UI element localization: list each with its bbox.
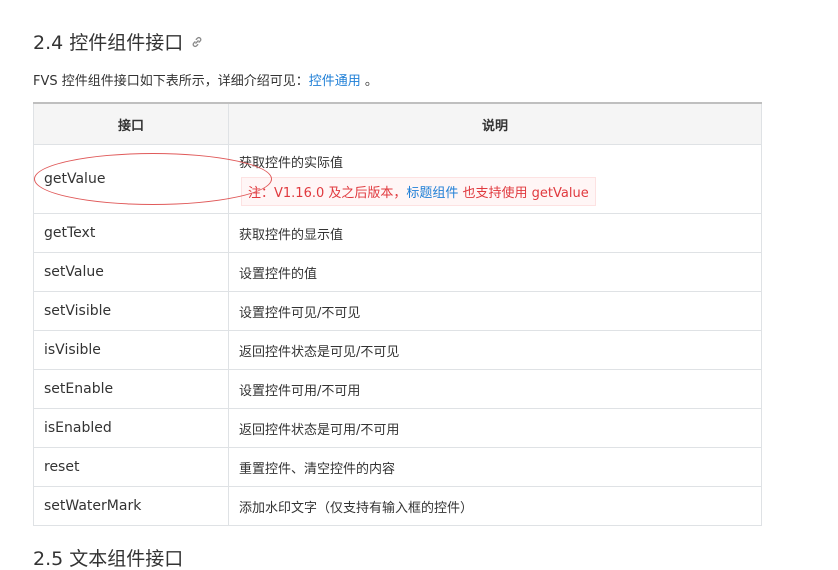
interface-name: setEnable [33,369,229,409]
column-header-interface: 接口 [33,102,229,145]
interface-description: 设置控件的值 [228,252,762,292]
section-heading: 2.4 控件组件接口 [33,28,203,55]
interface-description: 添加水印文字（仅支持有输入框的控件） [228,486,762,526]
interface-description: 设置控件可用/不可用 [228,369,762,409]
version-note: 注：V1.16.0 及之后版本，标题组件 也支持使用 getValue [241,177,596,206]
control-general-link[interactable]: 控件通用 [309,74,361,89]
table-row: setEnable 设置控件可用/不可用 [33,369,762,409]
table-row: setValue 设置控件的值 [33,252,762,292]
intro-text: FVS 控件组件接口如下表所示，详细介绍可见： [33,74,309,89]
table-row: isEnabled 返回控件状态是可用/不可用 [33,408,762,448]
column-header-description: 说明 [228,102,762,145]
table-row: reset 重置控件、清空控件的内容 [33,447,762,487]
interface-name: setWaterMark [33,486,229,526]
next-section-heading: 2.5 文本组件接口 [33,548,184,570]
table-row: getText 获取控件的显示值 [33,213,762,253]
interface-description: 设置控件可见/不可见 [228,291,762,331]
interface-name: setVisible [33,291,229,331]
table-row: setVisible 设置控件可见/不可见 [33,291,762,331]
interface-name: reset [33,447,229,487]
interface-name: getValue [33,144,229,214]
note-prefix: 注：V1.16.0 及之后版本， [248,186,407,201]
interface-description: 返回控件状态是可见/不可见 [228,330,762,370]
table-row: getValue 获取控件的实际值 注：V1.16.0 及之后版本，标题组件 也… [33,144,762,214]
interface-name: isEnabled [33,408,229,448]
table-header-row: 接口 说明 [33,102,762,145]
interface-name: getText [33,213,229,253]
section-title: 2.4 控件组件接口 [33,32,184,54]
description-text: 获取控件的实际值 [239,156,344,171]
interface-description: 返回控件状态是可用/不可用 [228,408,762,448]
interface-name: isVisible [33,330,229,370]
interface-description: 重置控件、清空控件的内容 [228,447,762,487]
intro-paragraph: FVS 控件组件接口如下表所示，详细介绍可见：控件通用 。 [33,70,378,89]
title-component-link[interactable]: 标题组件 [406,186,458,201]
intro-suffix: 。 [360,74,378,89]
anchor-link-icon[interactable] [191,36,203,48]
interface-description: 获取控件的实际值 注：V1.16.0 及之后版本，标题组件 也支持使用 getV… [228,144,762,214]
interface-table: 接口 说明 getValue 获取控件的实际值 注：V1.16.0 及之后版本，… [33,102,762,526]
note-suffix: 也支持使用 getValue [458,186,589,201]
interface-name: setValue [33,252,229,292]
table-row: setWaterMark 添加水印文字（仅支持有输入框的控件） [33,486,762,526]
table-row: isVisible 返回控件状态是可见/不可见 [33,330,762,370]
interface-description: 获取控件的显示值 [228,213,762,253]
